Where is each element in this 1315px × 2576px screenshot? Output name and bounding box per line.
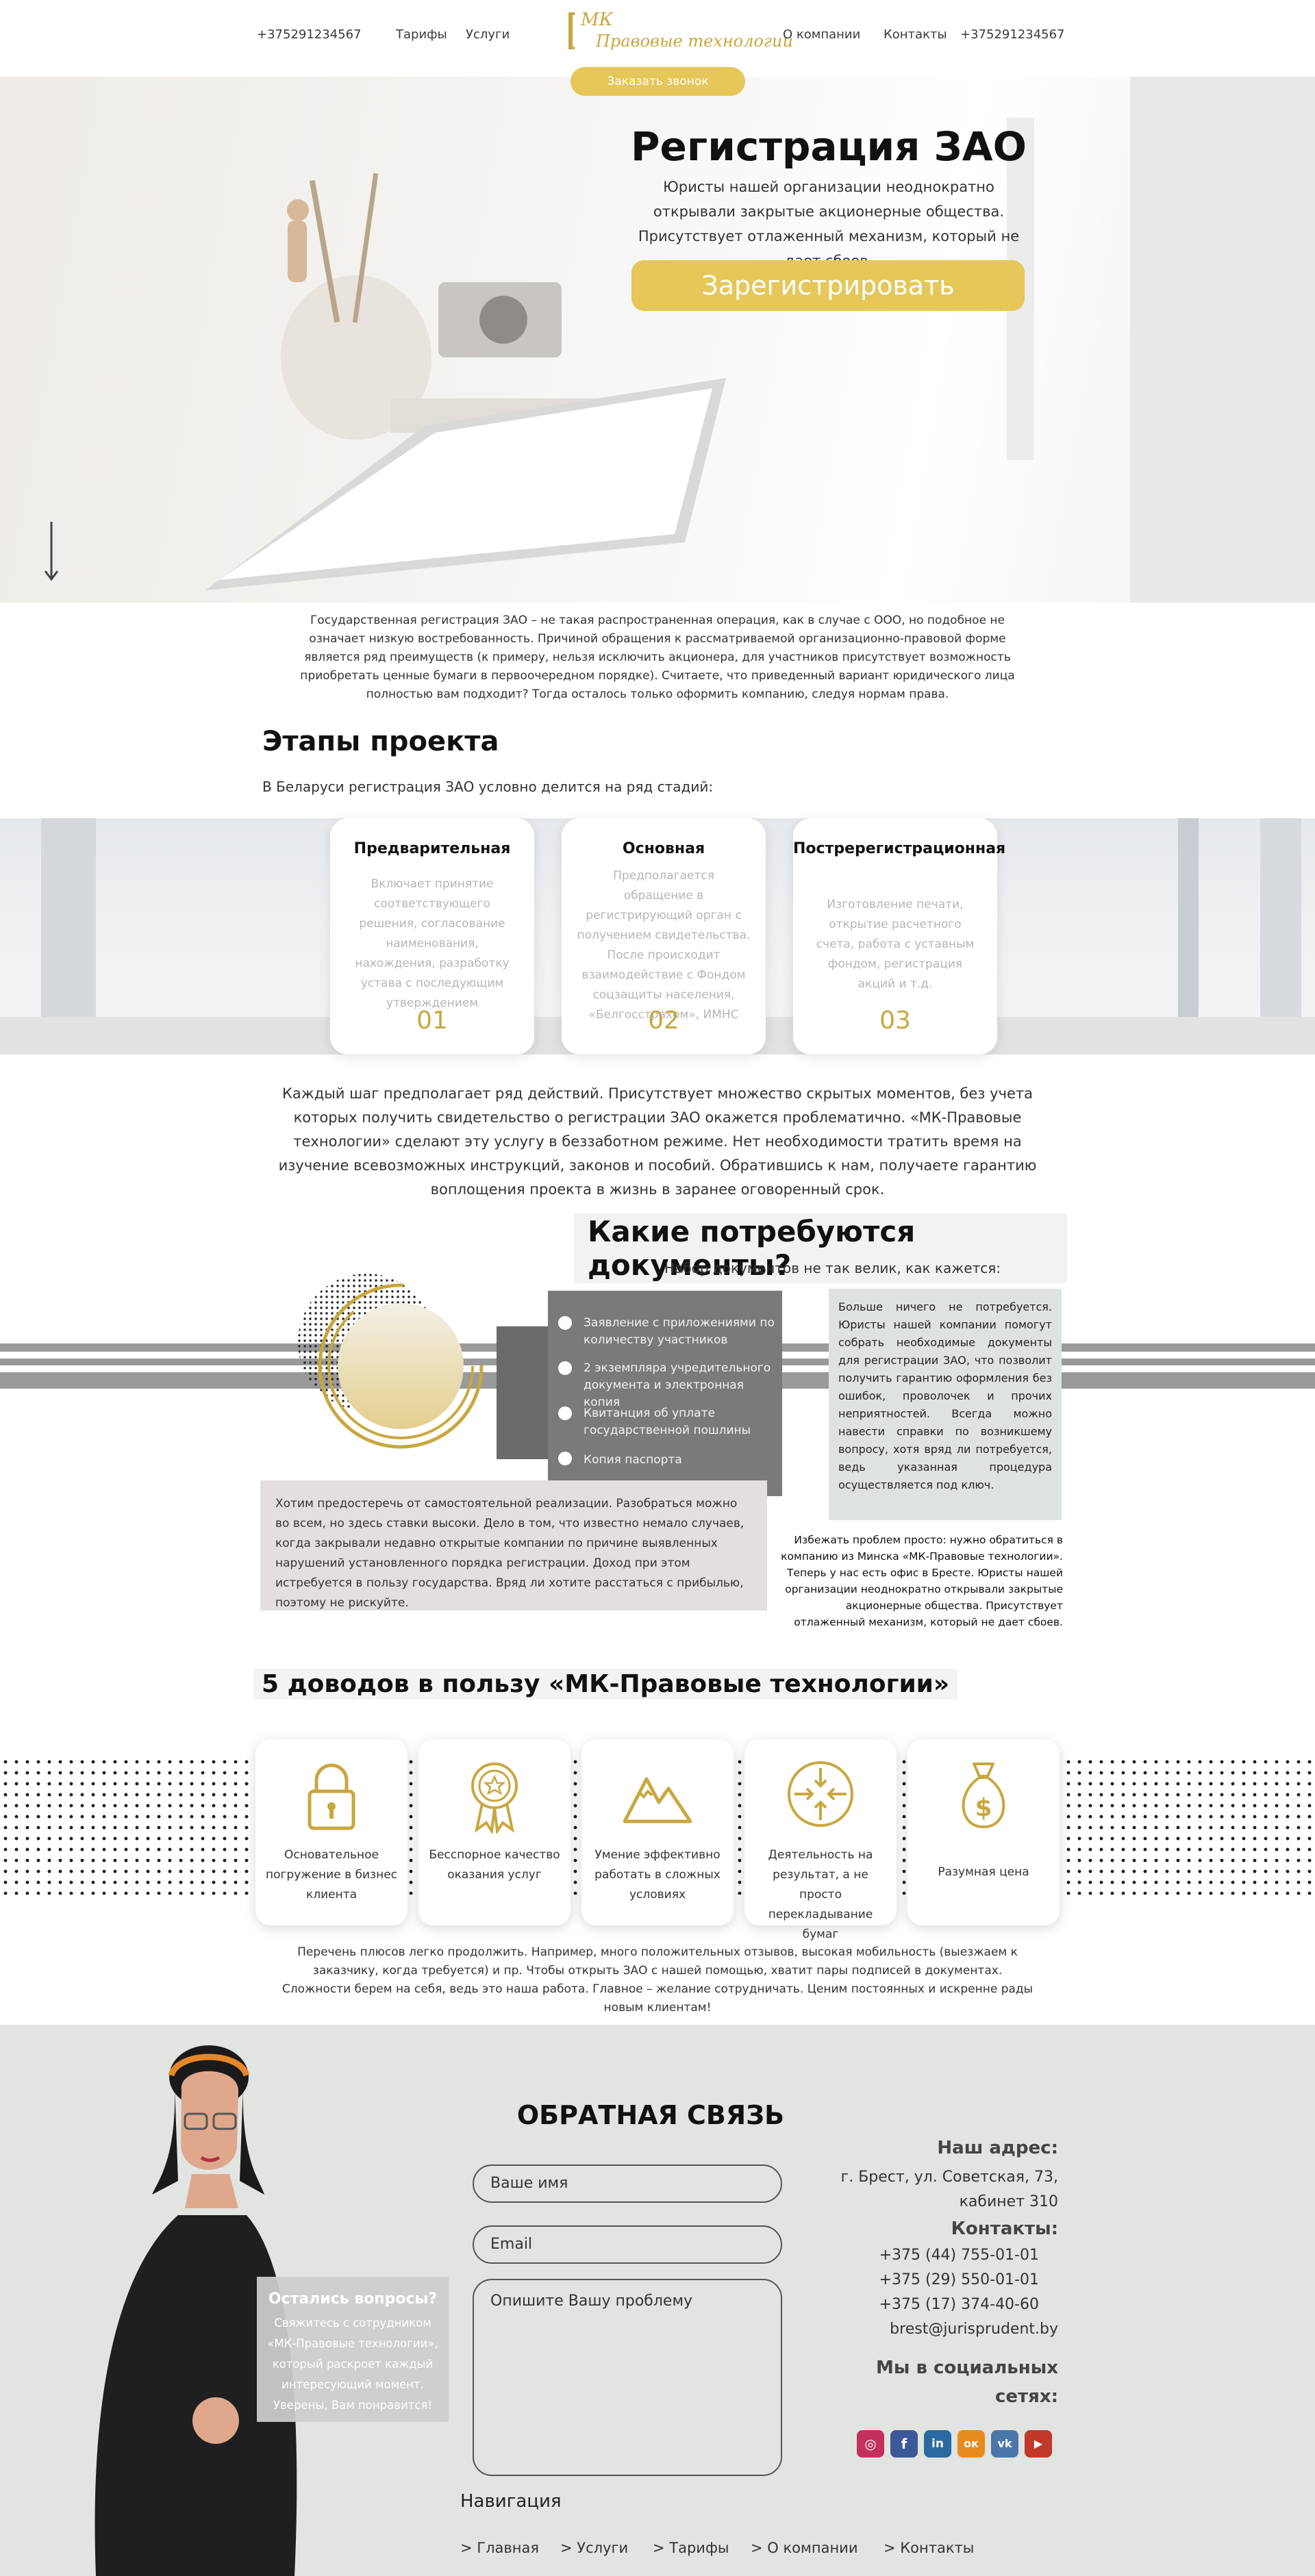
footer-link-tariffs[interactable]: > Тарифы bbox=[653, 2540, 729, 2556]
svg-text:$: $ bbox=[975, 1794, 992, 1822]
feedback-title: ОБРАТНАЯ СВЯЗЬ bbox=[516, 2100, 785, 2130]
decorative-circle-graphic bbox=[298, 1274, 484, 1449]
reason-card: Деятельность на результат, а не просто п… bbox=[744, 1739, 897, 1941]
problem-textarea[interactable]: Опишите Вашу проблему bbox=[473, 2279, 782, 2476]
nav-link-contacts[interactable]: Контакты bbox=[884, 27, 947, 42]
stage-number: 03 bbox=[879, 1007, 911, 1035]
questions-title: Остались вопросы? bbox=[268, 2290, 438, 2308]
email-input[interactable]: Email bbox=[473, 2225, 782, 2264]
hero-text: Юристы нашей организации неоднократно от… bbox=[638, 179, 1020, 269]
social-title: сетях: bbox=[995, 2386, 1058, 2407]
stage-title: Основная bbox=[622, 840, 705, 857]
stages-title: Этапы проекта bbox=[262, 726, 499, 757]
vk-icon[interactable]: vk bbox=[991, 2430, 1018, 2458]
questions-text: Свяжитесь с сотрудником «МК-Правовые тех… bbox=[267, 2316, 438, 2412]
bullet-icon bbox=[558, 1406, 572, 1420]
nav-link-tariffs[interactable]: Тарифы bbox=[396, 27, 447, 42]
lock-icon bbox=[308, 1763, 355, 1830]
footer-link-about[interactable]: > О компании bbox=[751, 2540, 857, 2556]
docs-info-box: Больше ничего не потребуется. Юристы наш… bbox=[829, 1289, 1062, 1520]
stage-text: Предполагается обращение в регистрирующи… bbox=[577, 869, 751, 1022]
reasons-title: 5 доводов в пользу «МК-Правовые технолог… bbox=[253, 1669, 958, 1700]
social-title: Мы в социальных bbox=[876, 2358, 1058, 2378]
stage-card-3: Постререгистрационная Изготовление печат… bbox=[793, 818, 1006, 1055]
contacts-block: Наш адрес: г. Брест, ул. Советская, 73, … bbox=[808, 2138, 1058, 2410]
nav-link-services[interactable]: Услуги bbox=[466, 27, 510, 42]
nav-link-about[interactable]: О компании bbox=[783, 27, 860, 42]
name-input[interactable]: Ваше имя bbox=[473, 2164, 782, 2203]
stage-number: 02 bbox=[648, 1007, 679, 1035]
reasons-after-text: Перечень плюсов легко продолжить. Наприм… bbox=[281, 1945, 1034, 2015]
stage-text: Изготовление печати, открытие расчетного… bbox=[816, 898, 975, 991]
reason-card: Основательное погружение в бизнес клиент… bbox=[255, 1739, 408, 1925]
address-line: г. Брест, ул. Советская, 73, bbox=[840, 2169, 1058, 2186]
doc-item: 2 экземпляра учредительного документа и … bbox=[584, 1361, 771, 1409]
stage-card-2: Основная Предполагается обращение в реги… bbox=[562, 818, 766, 1055]
address-line: кабинет 310 bbox=[959, 2193, 1058, 2210]
reason-text: Бесспорное качество оказания услуг bbox=[429, 1848, 560, 1882]
questions-card: Остались вопросы? Свяжитесь с сотруднико… bbox=[257, 2277, 449, 2422]
docs-panel-shadow bbox=[497, 1326, 551, 1459]
focus-arrows-icon bbox=[788, 1761, 853, 1827]
phone-link[interactable]: +375 (29) 550-01-01 bbox=[808, 2268, 1058, 2293]
arrow-down-icon[interactable] bbox=[42, 520, 60, 582]
docs-subtitle: Набор документов не так велик, как кажет… bbox=[664, 1260, 1001, 1276]
reason-card: $ Разумная цена bbox=[907, 1739, 1060, 1925]
facebook-icon[interactable]: f bbox=[890, 2430, 918, 2458]
stages-after-text: Каждый шаг предполагает ряд действий. Пр… bbox=[278, 1085, 1037, 1198]
contacts-title: Контакты: bbox=[951, 2219, 1058, 2239]
stage-title: Предварительная bbox=[353, 840, 511, 857]
hero-title: Регистрация ЗАО bbox=[631, 123, 1027, 170]
bullet-icon bbox=[558, 1361, 572, 1375]
footer-link-contacts[interactable]: > Контакты bbox=[884, 2540, 974, 2556]
linkedin-icon[interactable]: in bbox=[924, 2430, 951, 2458]
logo-mk: МК bbox=[581, 10, 613, 30]
phone-link[interactable]: +375 (44) 755-01-01 bbox=[808, 2243, 1058, 2268]
order-call-button[interactable]: Заказать звонок bbox=[571, 67, 745, 96]
doc-item: Квитанция об уплате государственной пошл… bbox=[584, 1406, 751, 1437]
doc-item: Заявление с приложениями по количеству у… bbox=[584, 1316, 775, 1347]
intro-text: Государственная регистрация ЗАО – не так… bbox=[300, 614, 1015, 701]
instagram-icon[interactable]: ◎ bbox=[857, 2430, 884, 2458]
stage-title: Постререгистрационная bbox=[793, 840, 1006, 857]
reason-text: Основательное погружение в бизнес клиент… bbox=[265, 1848, 397, 1902]
footer-link-home[interactable]: > Главная bbox=[460, 2540, 539, 2556]
odnoklassniki-icon[interactable]: ок bbox=[957, 2430, 985, 2458]
money-bag-icon: $ bbox=[962, 1763, 1005, 1829]
reason-card: Умение эффективно работать в сложных усл… bbox=[581, 1739, 734, 1925]
logo-text: Правовые технологии bbox=[596, 31, 793, 51]
reason-text: Деятельность на результат, а не просто п… bbox=[768, 1848, 873, 1941]
doc-item: Копия паспорта bbox=[584, 1453, 682, 1467]
bullet-icon bbox=[558, 1452, 572, 1465]
company-logo[interactable]: МК Правовые технологии bbox=[566, 7, 793, 62]
register-button[interactable]: Зарегистрировать bbox=[631, 260, 1025, 311]
docs-side-note: Избежать проблем просто: нужно обратитьс… bbox=[781, 1534, 1063, 1628]
stage-text: Включает принятие соответствующего решен… bbox=[355, 877, 510, 1010]
address-title: Наш адрес: bbox=[937, 2138, 1058, 2158]
footer-nav-title: Навигация bbox=[460, 2491, 562, 2512]
award-icon bbox=[471, 1763, 518, 1834]
bullet-icon bbox=[558, 1316, 572, 1330]
header-phone-left[interactable]: +375291234567 bbox=[257, 27, 362, 42]
reason-card: Бесспорное качество оказания услуг bbox=[418, 1739, 571, 1925]
reason-text: Разумная цена bbox=[938, 1865, 1029, 1879]
youtube-icon[interactable]: ▶ bbox=[1025, 2430, 1052, 2458]
email-link[interactable]: brest@jurisprudent.by bbox=[808, 2317, 1058, 2342]
header-phone-right[interactable]: +375291234567 bbox=[960, 27, 1065, 42]
warning-box: Хотим предостеречь от самостоятельной ре… bbox=[260, 1480, 767, 1611]
stages-subtitle: В Беларуси регистрация ЗАО условно делит… bbox=[262, 779, 714, 795]
mountains-icon bbox=[623, 1777, 692, 1823]
footer-link-services[interactable]: > Услуги bbox=[560, 2540, 628, 2556]
stage-card-1: Предварительная Включает принятие соотве… bbox=[330, 818, 534, 1055]
stage-number: 01 bbox=[416, 1007, 448, 1035]
reason-text: Умение эффективно работать в сложных усл… bbox=[594, 1848, 721, 1902]
phone-link[interactable]: +375 (17) 374-40-60 bbox=[808, 2293, 1058, 2317]
